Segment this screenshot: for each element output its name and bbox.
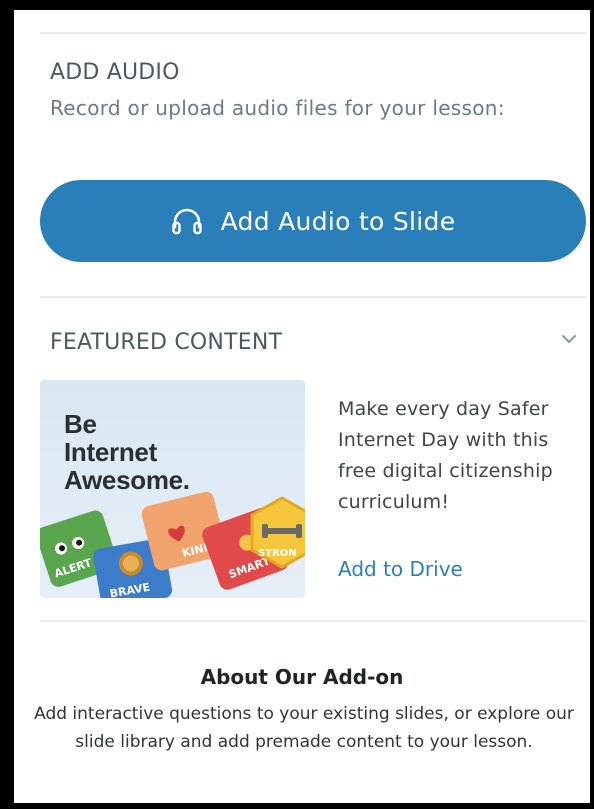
add-audio-heading: ADD AUDIO bbox=[50, 60, 180, 85]
featured-content-thumbnail[interactable]: Be Internet Awesome. ALERT BRAVE KIND SM… bbox=[40, 380, 305, 598]
chevron-down-icon[interactable] bbox=[560, 332, 578, 346]
audio-section-divider bbox=[40, 296, 586, 298]
headphones-icon bbox=[171, 208, 202, 235]
about-add-on-description: Add interactive questions to your existi… bbox=[34, 704, 574, 752]
add-to-drive-link[interactable]: Add to Drive bbox=[338, 557, 463, 581]
add-audio-button-label: Add Audio to Slide bbox=[220, 206, 456, 236]
featured-content-description: Make every day Safer Internet Day with t… bbox=[338, 398, 553, 513]
add-on-sidebar-panel: ADD AUDIO Record or upload audio files f… bbox=[14, 10, 590, 803]
add-audio-description: Record or upload audio files for your le… bbox=[50, 96, 505, 120]
top-divider bbox=[40, 32, 586, 34]
featured-content-heading: FEATURED CONTENT bbox=[50, 330, 283, 355]
featured-section-divider bbox=[40, 620, 586, 622]
interland-cards-illustration: ALERT BRAVE KIND SMART STRON bbox=[40, 491, 305, 598]
add-audio-to-slide-button[interactable]: Add Audio to Slide bbox=[40, 180, 586, 262]
svg-text:STRON: STRON bbox=[258, 548, 297, 559]
about-add-on-title: About Our Add-on bbox=[200, 665, 404, 689]
